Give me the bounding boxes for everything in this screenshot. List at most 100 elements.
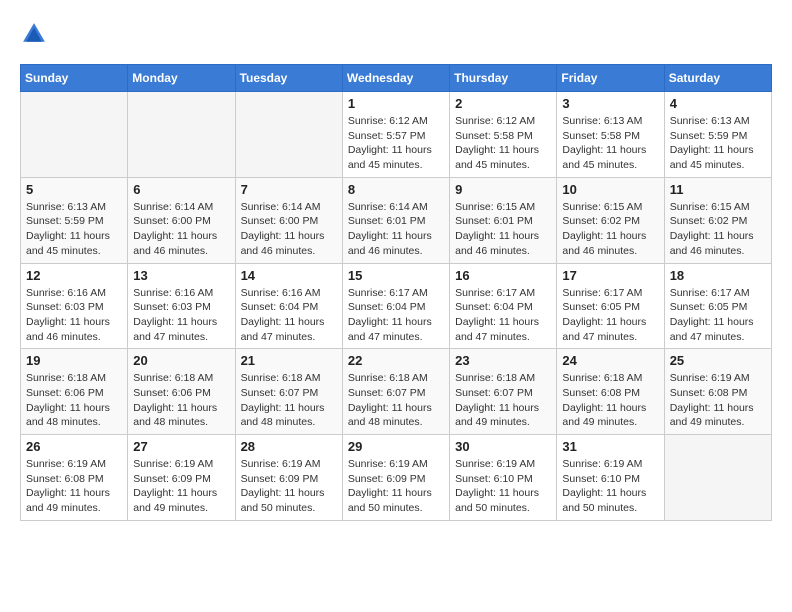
day-number: 2 — [455, 96, 551, 111]
calendar-week-row: 26 Sunrise: 6:19 AM Sunset: 6:08 PM Dayli… — [21, 435, 772, 521]
day-info: Sunrise: 6:19 AM Sunset: 6:09 PM Dayligh… — [241, 457, 337, 516]
day-number: 16 — [455, 268, 551, 283]
day-info: Sunrise: 6:14 AM Sunset: 6:01 PM Dayligh… — [348, 200, 444, 259]
day-number: 18 — [670, 268, 766, 283]
day-info: Sunrise: 6:19 AM Sunset: 6:10 PM Dayligh… — [455, 457, 551, 516]
day-info: Sunrise: 6:15 AM Sunset: 6:02 PM Dayligh… — [670, 200, 766, 259]
day-info: Sunrise: 6:15 AM Sunset: 6:02 PM Dayligh… — [562, 200, 658, 259]
day-number: 6 — [133, 182, 229, 197]
day-number: 24 — [562, 353, 658, 368]
calendar-day-cell: 21 Sunrise: 6:18 AM Sunset: 6:07 PM Dayli… — [235, 349, 342, 435]
calendar-day-cell: 12Sunrise: 6:16 AM Sunset: 6:03 PM Dayli… — [21, 263, 128, 349]
day-number: 29 — [348, 439, 444, 454]
weekday-header-cell: Wednesday — [342, 65, 449, 92]
calendar-day-cell: 17 Sunrise: 6:17 AM Sunset: 6:05 PM Dayli… — [557, 263, 664, 349]
calendar-day-cell: 23 Sunrise: 6:18 AM Sunset: 6:07 PM Dayli… — [450, 349, 557, 435]
day-number: 22 — [348, 353, 444, 368]
day-info: Sunrise: 6:16 AM Sunset: 6:04 PM Dayligh… — [241, 286, 337, 345]
weekday-header-cell: Saturday — [664, 65, 771, 92]
day-number: 1 — [348, 96, 444, 111]
day-info: Sunrise: 6:13 AM Sunset: 5:59 PM Dayligh… — [670, 114, 766, 173]
day-number: 20 — [133, 353, 229, 368]
day-info: Sunrise: 6:19 AM Sunset: 6:08 PM Dayligh… — [26, 457, 122, 516]
calendar-day-cell: 3 Sunrise: 6:13 AM Sunset: 5:58 PM Daylig… — [557, 92, 664, 178]
day-info: Sunrise: 6:14 AM Sunset: 6:00 PM Dayligh… — [241, 200, 337, 259]
calendar-day-cell — [21, 92, 128, 178]
calendar-day-cell: 18 Sunrise: 6:17 AM Sunset: 6:05 PM Dayli… — [664, 263, 771, 349]
calendar-day-cell: 11 Sunrise: 6:15 AM Sunset: 6:02 PM Dayli… — [664, 177, 771, 263]
calendar-week-row: 1Sunrise: 6:12 AM Sunset: 5:57 PM Daylig… — [21, 92, 772, 178]
calendar-week-row: 5 Sunrise: 6:13 AM Sunset: 5:59 PM Daylig… — [21, 177, 772, 263]
calendar-day-cell: 1Sunrise: 6:12 AM Sunset: 5:57 PM Daylig… — [342, 92, 449, 178]
weekday-header-row: SundayMondayTuesdayWednesdayThursdayFrid… — [21, 65, 772, 92]
day-info: Sunrise: 6:19 AM Sunset: 6:09 PM Dayligh… — [133, 457, 229, 516]
calendar-day-cell: 15 Sunrise: 6:17 AM Sunset: 6:04 PM Dayli… — [342, 263, 449, 349]
day-info: Sunrise: 6:17 AM Sunset: 6:04 PM Dayligh… — [455, 286, 551, 345]
calendar-day-cell: 25 Sunrise: 6:19 AM Sunset: 6:08 PM Dayli… — [664, 349, 771, 435]
calendar-day-cell: 22 Sunrise: 6:18 AM Sunset: 6:07 PM Dayli… — [342, 349, 449, 435]
day-info: Sunrise: 6:19 AM Sunset: 6:09 PM Dayligh… — [348, 457, 444, 516]
calendar-day-cell — [235, 92, 342, 178]
weekday-header-cell: Tuesday — [235, 65, 342, 92]
calendar-day-cell: 16 Sunrise: 6:17 AM Sunset: 6:04 PM Dayli… — [450, 263, 557, 349]
day-number: 28 — [241, 439, 337, 454]
day-info: Sunrise: 6:13 AM Sunset: 5:59 PM Dayligh… — [26, 200, 122, 259]
day-number: 5 — [26, 182, 122, 197]
day-info: Sunrise: 6:18 AM Sunset: 6:06 PM Dayligh… — [133, 371, 229, 430]
day-number: 8 — [348, 182, 444, 197]
calendar-day-cell: 6Sunrise: 6:14 AM Sunset: 6:00 PM Daylig… — [128, 177, 235, 263]
day-number: 10 — [562, 182, 658, 197]
day-info: Sunrise: 6:15 AM Sunset: 6:01 PM Dayligh… — [455, 200, 551, 259]
page-header — [20, 20, 772, 48]
day-number: 9 — [455, 182, 551, 197]
day-info: Sunrise: 6:18 AM Sunset: 6:07 PM Dayligh… — [348, 371, 444, 430]
generalblue-logo-icon — [20, 20, 48, 48]
calendar-day-cell: 19 Sunrise: 6:18 AM Sunset: 6:06 PM Dayli… — [21, 349, 128, 435]
calendar-day-cell: 7Sunrise: 6:14 AM Sunset: 6:00 PM Daylig… — [235, 177, 342, 263]
day-info: Sunrise: 6:17 AM Sunset: 6:05 PM Dayligh… — [670, 286, 766, 345]
calendar-day-cell: 20 Sunrise: 6:18 AM Sunset: 6:06 PM Dayli… — [128, 349, 235, 435]
calendar-week-row: 19 Sunrise: 6:18 AM Sunset: 6:06 PM Dayli… — [21, 349, 772, 435]
calendar-day-cell: 13 Sunrise: 6:16 AM Sunset: 6:03 PM Dayli… — [128, 263, 235, 349]
calendar-day-cell: 8 Sunrise: 6:14 AM Sunset: 6:01 PM Daylig… — [342, 177, 449, 263]
day-info: Sunrise: 6:17 AM Sunset: 6:04 PM Dayligh… — [348, 286, 444, 345]
day-number: 23 — [455, 353, 551, 368]
calendar-day-cell: 5 Sunrise: 6:13 AM Sunset: 5:59 PM Daylig… — [21, 177, 128, 263]
day-number: 12 — [26, 268, 122, 283]
calendar-day-cell: 2 Sunrise: 6:12 AM Sunset: 5:58 PM Daylig… — [450, 92, 557, 178]
day-info: Sunrise: 6:18 AM Sunset: 6:07 PM Dayligh… — [241, 371, 337, 430]
logo — [20, 20, 52, 48]
day-info: Sunrise: 6:13 AM Sunset: 5:58 PM Dayligh… — [562, 114, 658, 173]
calendar-day-cell: 30 Sunrise: 6:19 AM Sunset: 6:10 PM Dayli… — [450, 435, 557, 521]
day-info: Sunrise: 6:16 AM Sunset: 6:03 PM Dayligh… — [133, 286, 229, 345]
calendar-day-cell — [664, 435, 771, 521]
weekday-header-cell: Sunday — [21, 65, 128, 92]
day-info: Sunrise: 6:18 AM Sunset: 6:06 PM Dayligh… — [26, 371, 122, 430]
day-number: 3 — [562, 96, 658, 111]
day-number: 19 — [26, 353, 122, 368]
calendar-day-cell — [128, 92, 235, 178]
calendar-day-cell: 24 Sunrise: 6:18 AM Sunset: 6:08 PM Dayli… — [557, 349, 664, 435]
weekday-header-cell: Monday — [128, 65, 235, 92]
day-number: 25 — [670, 353, 766, 368]
calendar-day-cell: 27 Sunrise: 6:19 AM Sunset: 6:09 PM Dayli… — [128, 435, 235, 521]
day-number: 21 — [241, 353, 337, 368]
day-number: 26 — [26, 439, 122, 454]
day-number: 15 — [348, 268, 444, 283]
calendar-week-row: 12 Sunrise: 6:16 AM Sunset: 6:03 PM Dayli… — [21, 263, 772, 349]
day-info: Sunrise: 6:18 AM Sunset: 6:08 PM Dayligh… — [562, 371, 658, 430]
calendar-day-cell: 9 Sunrise: 6:15 AM Sunset: 6:01 PM Daylig… — [450, 177, 557, 263]
day-number: 27 — [133, 439, 229, 454]
day-number: 11 — [670, 182, 766, 197]
day-info: Sunrise: 6:17 AM Sunset: 6:05 PM Dayligh… — [562, 286, 658, 345]
day-info: Sunrise: 6:18 AM Sunset: 6:07 PM Dayligh… — [455, 371, 551, 430]
calendar-day-cell: 31Sunrise: 6:19 AM Sunset: 6:10 PM Dayli… — [557, 435, 664, 521]
day-info: Sunrise: 6:19 AM Sunset: 6:08 PM Dayligh… — [670, 371, 766, 430]
day-info: Sunrise: 6:12 AM Sunset: 5:58 PM Dayligh… — [455, 114, 551, 173]
calendar-day-cell: 14Sunrise: 6:16 AM Sunset: 6:04 PM Dayli… — [235, 263, 342, 349]
weekday-header-cell: Friday — [557, 65, 664, 92]
day-number: 13 — [133, 268, 229, 283]
weekday-header-cell: Thursday — [450, 65, 557, 92]
day-number: 17 — [562, 268, 658, 283]
day-number: 30 — [455, 439, 551, 454]
